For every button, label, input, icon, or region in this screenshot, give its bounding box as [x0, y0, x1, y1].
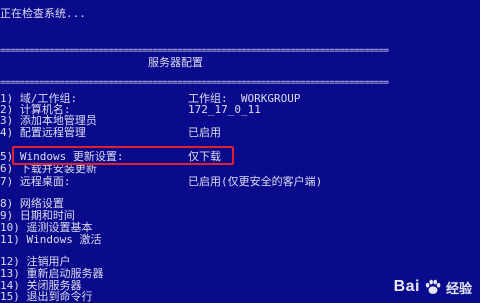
- menu-value-remote-management: 已启用: [188, 126, 221, 139]
- page-title: 服务器配置: [148, 56, 203, 69]
- menu-item-windows-activation[interactable]: 11) Windows 激活: [0, 234, 101, 246]
- watermark-brand: Bai: [393, 278, 420, 295]
- menu-value-computer-name: 172_17_0_11: [188, 103, 261, 116]
- separator-bottom: ========================================…: [0, 78, 389, 88]
- status-line: 正在检查系统...: [0, 7, 86, 20]
- baidu-watermark: Bai 经验: [394, 276, 472, 298]
- menu-item-remote-management[interactable]: 4) 配置远程管理: [0, 127, 86, 139]
- console-screen: 正在检查系统... ==============================…: [0, 0, 480, 303]
- highlight-box: [12, 146, 234, 165]
- menu-item-remote-desktop[interactable]: 7) 远程桌面:: [0, 176, 71, 188]
- watermark-suffix: 经验: [445, 280, 472, 296]
- menu-item-exit-to-cmd[interactable]: 15) 退出到命令行: [0, 291, 93, 303]
- menu-value-remote-desktop: 已启用(仅更安全的客户端): [188, 175, 323, 188]
- baidu-paw-icon: [425, 279, 441, 294]
